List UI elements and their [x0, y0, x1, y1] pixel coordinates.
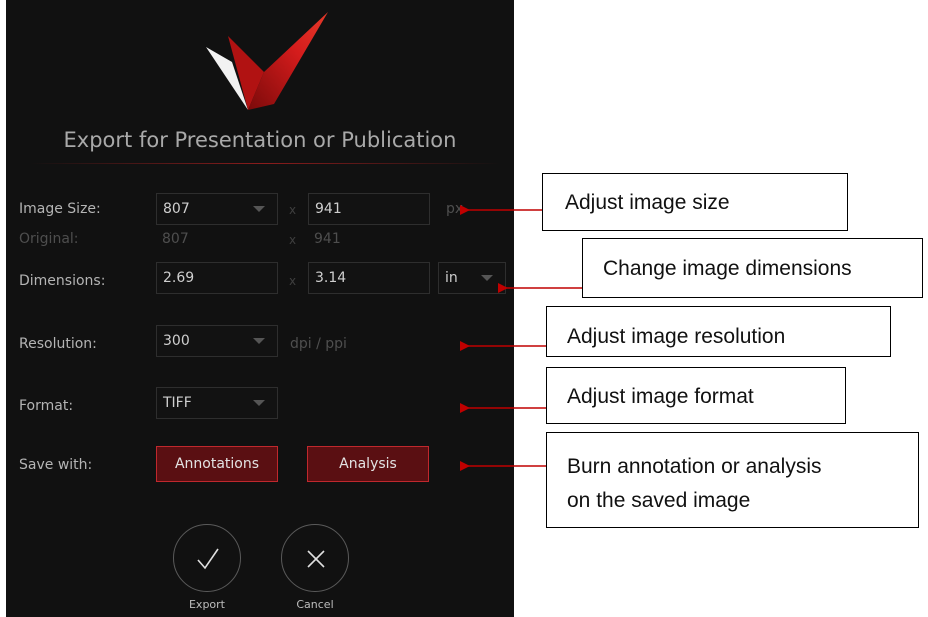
callout-adjust-format: Adjust image format [546, 367, 846, 424]
callout-adjust-size: Adjust image size [542, 173, 848, 231]
callout-burn-line-1: Burn annotation or analysis [567, 455, 822, 478]
callout-change-dimensions: Change image dimensions [582, 238, 923, 298]
callout-adjust-resolution: Adjust image resolution [546, 306, 891, 357]
callout-burn-line-2: on the saved image [567, 489, 751, 512]
callout-burn-annotation: Burn annotation or analysis on the saved… [546, 432, 919, 528]
